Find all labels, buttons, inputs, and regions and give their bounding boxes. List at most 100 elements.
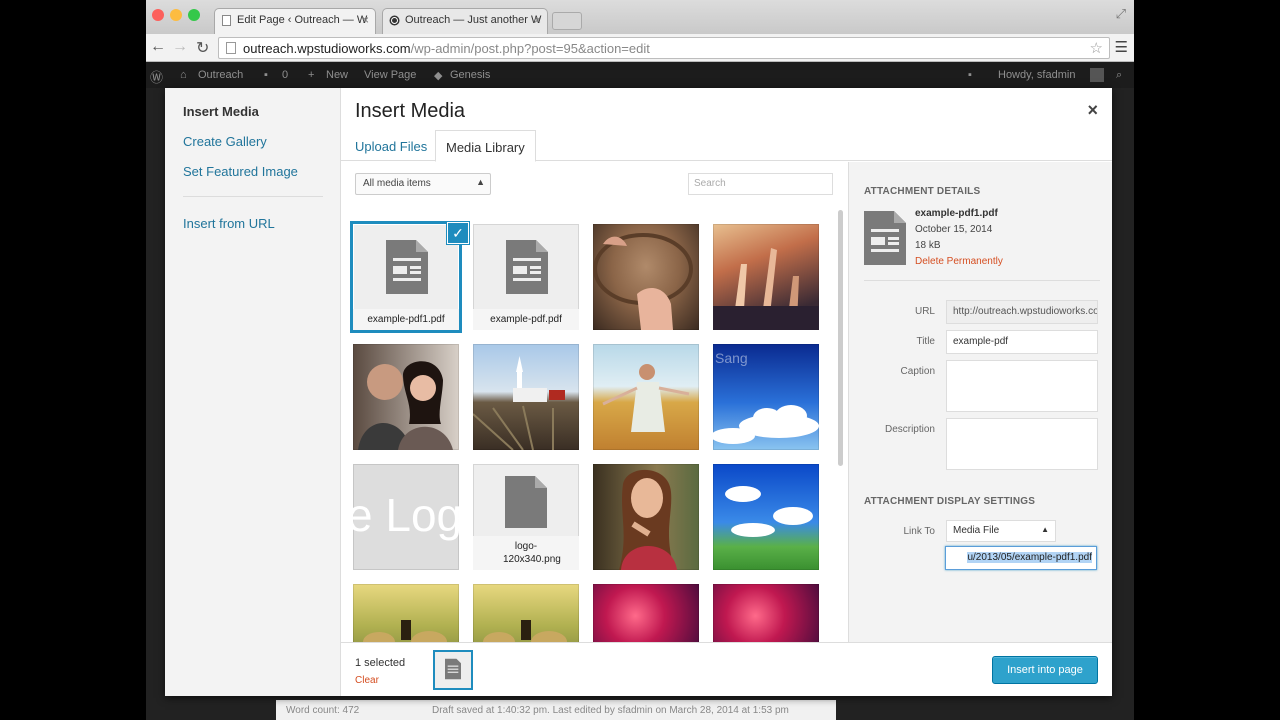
attachment-hay-image[interactable] (353, 584, 459, 642)
attachment-logo-file[interactable]: logo-120x340.png (473, 464, 579, 570)
link-to-value: Media File (953, 525, 1000, 536)
bookmark-star-icon[interactable]: ☆ (1090, 39, 1103, 57)
browser-tab-title: Edit Page ‹ Outreach — W (237, 14, 368, 26)
hay-bales-image (363, 620, 447, 642)
menu-item-insert-from-url[interactable]: Insert from URL (183, 216, 275, 231)
menu-icon[interactable]: ☰ (1115, 38, 1128, 56)
attachment-crowd-image[interactable] (713, 224, 819, 330)
menu-item-create-gallery[interactable]: Create Gallery (183, 134, 267, 149)
attachment-concert-image[interactable] (593, 584, 699, 642)
link-to-label: Link To (903, 526, 935, 537)
link-to-select[interactable]: Media File ▲ (946, 520, 1056, 542)
home-icon[interactable]: ⌂ (180, 69, 187, 81)
attachment-woman-image[interactable] (593, 464, 699, 570)
delete-permanently-link[interactable]: Delete Permanently (915, 256, 1003, 267)
document-icon (445, 658, 461, 680)
media-frame-menu: Insert Media Create Gallery Set Featured… (165, 88, 341, 696)
back-arrow-icon[interactable]: ← (150, 38, 166, 56)
menu-item-set-featured-image[interactable]: Set Featured Image (183, 164, 298, 179)
genesis-link[interactable]: Genesis (450, 69, 490, 81)
attachment-example-pdf1[interactable]: example-pdf1.pdf (353, 224, 459, 330)
church-field-image (473, 356, 565, 450)
close-tab-icon[interactable]: × (534, 13, 541, 27)
description-textarea[interactable] (946, 418, 1098, 470)
file-icon (505, 476, 547, 528)
close-modal-icon[interactable]: × (1087, 100, 1098, 121)
url-host: outreach.wpstudioworks.com (243, 41, 411, 56)
insert-into-page-button[interactable]: Insert into page (992, 656, 1098, 684)
url-label: URL (914, 306, 935, 317)
tab-upload-files[interactable]: Upload Files (345, 130, 437, 162)
attachment-filename: logo-120x340.png (473, 536, 579, 570)
attachment-drum-image[interactable] (593, 224, 699, 330)
link-url-field[interactable]: u/2013/05/example-pdf1.pdf (945, 546, 1097, 570)
comments-count[interactable]: 0 (282, 69, 288, 81)
hay-bales-image (483, 620, 567, 642)
wordpress-logo-icon[interactable]: Ⓦ (150, 67, 163, 86)
browser-tab-bar: Edit Page ‹ Outreach — W × Outreach — Ju… (146, 0, 1134, 34)
menu-item-insert-media[interactable]: Insert Media (183, 104, 259, 119)
fullscreen-icon[interactable]: ⤢ (1116, 6, 1126, 22)
sky-field-image (725, 486, 813, 537)
clear-selection-link[interactable]: Clear (355, 675, 379, 686)
selection-thumbnail[interactable] (433, 650, 473, 690)
site-name-link[interactable]: Outreach (198, 69, 243, 81)
modal-title: Insert Media (355, 100, 466, 122)
attachment-concert-image-2[interactable] (713, 584, 819, 642)
comments-icon[interactable]: ▪ (264, 69, 268, 81)
document-icon (386, 240, 428, 294)
document-icon (506, 240, 548, 294)
editor-status-bar: Word count: 472 Draft saved at 1:40:32 p… (276, 700, 836, 720)
close-window-button[interactable] (152, 9, 164, 21)
reload-icon[interactable]: ↻ (196, 38, 209, 58)
scrollbar[interactable] (838, 210, 843, 466)
minimize-window-button[interactable] (170, 9, 182, 21)
screen: Edit Page ‹ Outreach — W × Outreach — Ju… (146, 0, 1134, 720)
url-input[interactable]: outreach.wpstudioworks.com/wp-admin/post… (218, 37, 1110, 59)
attachment-example-pdf[interactable]: example-pdf.pdf (473, 224, 579, 330)
page-icon (226, 42, 236, 54)
couple-image (358, 361, 453, 450)
selected-check-icon[interactable]: ✓ (447, 222, 469, 244)
details-separator (864, 280, 1100, 281)
tab-media-library[interactable]: Media Library (435, 130, 536, 162)
browser-tab-edit-page[interactable]: Edit Page ‹ Outreach — W × (214, 8, 376, 34)
maximize-window-button[interactable] (188, 9, 200, 21)
browser-tab-outreach[interactable]: Outreach — Just another W × (382, 8, 548, 34)
attachment-details-heading: Attachment Details (864, 186, 981, 197)
attachment-hay-image-2[interactable] (473, 584, 579, 642)
media-search-input[interactable]: Search (688, 173, 833, 195)
selection-count: 1 selected (355, 657, 406, 669)
view-page-link[interactable]: View Page (364, 69, 416, 81)
girl-wheat-image (602, 364, 690, 432)
forward-arrow-icon[interactable]: → (172, 38, 188, 56)
howdy-link[interactable]: Howdy, sfadmin (998, 69, 1075, 81)
insert-media-modal: Insert Media Create Gallery Set Featured… (165, 88, 1112, 696)
close-tab-icon[interactable]: × (362, 13, 369, 27)
attachment-couple-image[interactable] (353, 344, 459, 450)
word-count: Word count: 472 (286, 705, 360, 716)
attachment-sky-image[interactable]: Sang (713, 344, 819, 450)
title-field[interactable]: example-pdf (946, 330, 1098, 354)
caption-textarea[interactable] (946, 360, 1098, 412)
logo-placeholder-text: e Log (353, 489, 459, 541)
notification-icon[interactable]: ▪ (968, 69, 972, 81)
url-field[interactable]: http://outreach.wpstudioworks.com (946, 300, 1098, 324)
avatar[interactable] (1090, 68, 1104, 82)
wordpress-icon (389, 15, 400, 26)
select-arrows-icon: ▲ (476, 177, 485, 187)
attachment-sky-field-image[interactable] (713, 464, 819, 570)
attachment-girl-field-image[interactable] (593, 344, 699, 450)
display-settings-heading: Attachment Display Settings (864, 496, 1036, 507)
search-icon[interactable]: ⌕ (1116, 69, 1122, 82)
attachment-date: October 15, 2014 (915, 224, 993, 235)
attachment-church-image[interactable] (473, 344, 579, 450)
attachments-browser: All media items ▲ Search example-pdf1.pd… (341, 162, 848, 642)
media-filter-select[interactable]: All media items ▲ (355, 173, 491, 195)
wp-admin-bar: Ⓦ ⌂ Outreach ▪ 0 + New View Page ◆ Genes… (146, 62, 1134, 88)
new-tab-button[interactable] (552, 12, 582, 30)
attachment-logo-image[interactable]: e Log (353, 464, 459, 570)
genesis-icon: ◆ (434, 70, 443, 82)
crowd-image (713, 248, 819, 330)
new-link[interactable]: New (326, 69, 348, 81)
